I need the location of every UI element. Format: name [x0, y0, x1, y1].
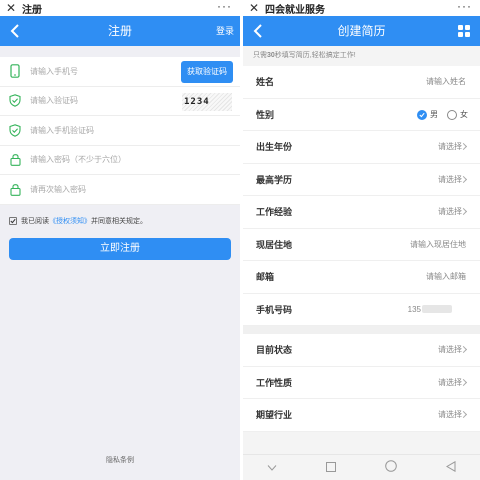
birth-year-select[interactable]: 请选择 — [438, 131, 462, 163]
privacy-link[interactable]: 隐私条例 — [0, 455, 240, 465]
experience-row[interactable]: 工作经验 请选择 — [243, 196, 480, 229]
more-icon[interactable]: ··· — [457, 0, 472, 12]
phone-row[interactable]: 手机号码 135 — [243, 294, 480, 326]
chevron-right-icon — [459, 378, 468, 386]
shield-check-icon — [0, 94, 30, 108]
captcha-field[interactable]: 请输入验证码 1234 — [0, 87, 240, 116]
notice-suffix: 秒填写简历,轻松搞定工作! — [274, 52, 356, 59]
birth-year-label: 出生年份 — [256, 142, 293, 153]
name-label: 姓名 — [256, 77, 275, 88]
page-title: 创建简历 — [337, 24, 386, 38]
resume-form: 姓名 请输入姓名 性别 男 女 出生年份 请选择 最高学历 请选择 工作经验 请… — [243, 66, 480, 326]
nav-back-icon[interactable] — [267, 459, 277, 477]
experience-select[interactable]: 请选择 — [438, 196, 462, 228]
industry-label: 期望行业 — [256, 410, 293, 421]
job-preference-form: 目前状态 请选择 工作性质 请选择 期望行业 请选择 — [243, 334, 480, 432]
male-label: 男 — [430, 110, 438, 119]
education-label: 最高学历 — [256, 174, 293, 185]
close-icon[interactable]: ✕ — [0, 0, 22, 16]
job-type-select[interactable]: 请选择 — [438, 367, 462, 399]
sms-code-field[interactable]: 请输入手机验证码 — [0, 116, 240, 146]
phone-field[interactable]: 请输入手机号 获取验证码 — [0, 57, 240, 87]
male-radio[interactable] — [417, 109, 427, 120]
phone-input[interactable]: 135 — [408, 294, 452, 326]
create-resume-screen: ✕ 四会就业服务 ··· 创建简历 只需30秒填写简历,轻松搞定工作! 姓名 请… — [243, 0, 480, 480]
female-label: 女 — [460, 110, 468, 119]
confirm-password-field[interactable]: 请再次输入密码 — [0, 175, 240, 205]
residence-label: 现居住地 — [256, 239, 293, 250]
nav-recent-icon[interactable] — [326, 459, 337, 477]
gender-label: 性别 — [256, 109, 275, 120]
birth-year-row[interactable]: 出生年份 请选择 — [243, 131, 480, 164]
back-icon[interactable] — [243, 16, 273, 46]
back-icon[interactable] — [0, 16, 30, 46]
job-type-label: 工作性质 — [256, 377, 293, 388]
password-input[interactable]: 请输入密码（不少于六位） — [30, 154, 126, 165]
get-code-button[interactable]: 获取验证码 — [181, 61, 233, 83]
experience-label: 工作经验 — [256, 207, 293, 218]
system-nav-bar — [243, 454, 480, 480]
phone-input[interactable]: 请输入手机号 — [30, 66, 78, 77]
agreement-row: 我已阅读 《授权须知》 并同意相关规定。 — [9, 216, 240, 226]
chevron-right-icon — [459, 175, 468, 183]
captcha-input[interactable]: 请输入验证码 — [30, 95, 78, 106]
close-icon[interactable]: ✕ — [243, 0, 265, 16]
phone-value: 135 — [407, 304, 421, 314]
agreement-suffix: 并同意相关规定。 — [91, 217, 147, 225]
window-title: 四会就业服务 — [265, 4, 325, 16]
register-screen: ✕ 注册 ··· 注册 登录 请输入手机号 获取验证码 请输入验证码 1234 — [0, 0, 240, 480]
grid-menu-icon[interactable] — [458, 25, 470, 37]
lock-icon — [0, 153, 30, 167]
gender-row: 性别 男 女 — [243, 99, 480, 131]
email-row[interactable]: 邮箱 请输入邮箱 — [243, 261, 480, 294]
nav-bar: 创建简历 — [243, 16, 480, 46]
name-input[interactable]: 请输入姓名 — [426, 66, 466, 98]
redacted-blur — [422, 305, 452, 314]
email-input[interactable]: 请输入邮箱 — [426, 261, 466, 293]
captcha-image[interactable]: 1234 — [182, 92, 232, 111]
nav-triangle-icon[interactable] — [445, 459, 456, 477]
female-radio[interactable] — [447, 109, 457, 120]
window-titlebar: ✕ 四会就业服务 ··· — [243, 0, 480, 16]
sms-code-input[interactable]: 请输入手机验证码 — [30, 125, 94, 136]
industry-select[interactable]: 请选择 — [438, 399, 462, 431]
status-select[interactable]: 请选择 — [438, 334, 462, 366]
residence-input[interactable]: 请输入现居住地 — [410, 229, 466, 261]
notice-seconds: 30 — [267, 52, 275, 59]
phone-icon — [0, 64, 30, 79]
nav-home-icon[interactable] — [385, 459, 397, 477]
education-row[interactable]: 最高学历 请选择 — [243, 164, 480, 196]
name-row[interactable]: 姓名 请输入姓名 — [243, 66, 480, 99]
page-title: 注册 — [107, 24, 132, 38]
nav-bar: 注册 登录 — [0, 16, 240, 46]
agreement-link[interactable]: 《授权须知》 — [49, 216, 91, 226]
status-label: 目前状态 — [256, 345, 293, 356]
password-field[interactable]: 请输入密码（不少于六位） — [0, 146, 240, 175]
login-link[interactable]: 登录 — [216, 16, 234, 46]
residence-row[interactable]: 现居住地 请输入现居住地 — [243, 229, 480, 261]
section-divider — [243, 326, 480, 334]
window-titlebar: ✕ 注册 ··· — [0, 0, 240, 16]
notice-prefix: 只需 — [253, 52, 267, 59]
window-title: 注册 — [22, 4, 42, 16]
phone-label: 手机号码 — [256, 304, 293, 315]
email-label: 邮箱 — [256, 272, 275, 283]
status-row[interactable]: 目前状态 请选择 — [243, 334, 480, 367]
confirm-password-input[interactable]: 请再次输入密码 — [30, 184, 86, 195]
agreement-prefix: 我已阅读 — [21, 217, 49, 225]
industry-row[interactable]: 期望行业 请选择 — [243, 399, 480, 432]
agreement-checkbox[interactable] — [9, 216, 17, 225]
education-select[interactable]: 请选择 — [438, 164, 462, 196]
shield-check-icon — [0, 123, 30, 137]
gender-options: 男 女 — [408, 99, 468, 131]
notice-text: 只需30秒填写简历,轻松搞定工作! — [243, 46, 480, 66]
more-icon[interactable]: ··· — [217, 0, 232, 12]
register-button[interactable]: 立即注册 — [9, 237, 231, 260]
lock-icon — [0, 183, 30, 196]
register-form: 请输入手机号 获取验证码 请输入验证码 1234 请输入手机验证码 请输入密码（… — [0, 57, 240, 205]
job-type-row[interactable]: 工作性质 请选择 — [243, 367, 480, 399]
